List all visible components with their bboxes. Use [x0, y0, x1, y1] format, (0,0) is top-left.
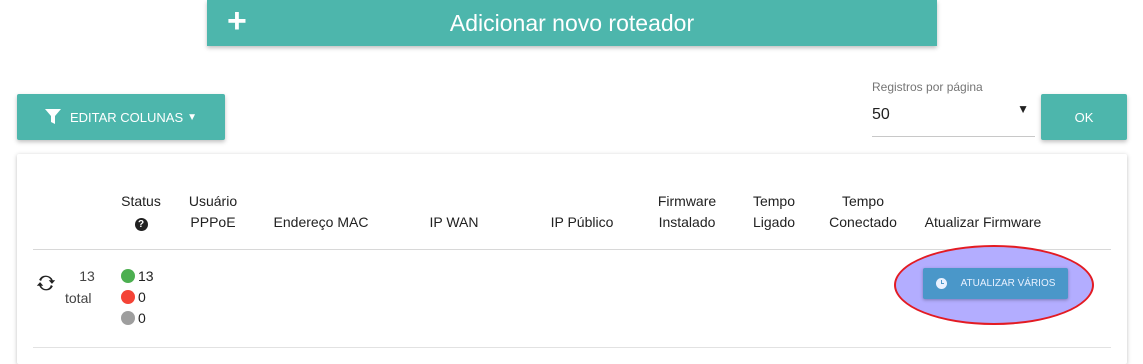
header-usuario-line1: Usuário	[188, 193, 238, 209]
header-ip-publico[interactable]: IP Público	[537, 212, 627, 233]
header-status[interactable]: Status ?	[109, 191, 173, 233]
online-count: 13	[138, 268, 154, 284]
help-icon[interactable]: ?	[134, 218, 148, 231]
header-mac[interactable]: Endereço MAC	[261, 212, 381, 233]
header-status-label: Status	[121, 193, 161, 209]
unknown-dot-icon	[121, 311, 135, 325]
records-per-page-select[interactable]: 50 ▼	[872, 98, 1035, 137]
header-ligado-line2: Ligado	[752, 214, 796, 230]
add-router-button[interactable]: + Adicionar novo roteador	[207, 0, 937, 46]
edit-columns-button[interactable]: EDITAR COLUNAS ▼	[17, 94, 225, 140]
status-online: 13	[121, 268, 154, 284]
records-per-page-label: Registros por página	[872, 80, 983, 94]
offline-count: 0	[138, 289, 146, 305]
update-many-button[interactable]: ATUALIZAR VÁRIOS	[923, 268, 1068, 299]
header-firmware-line1: Firmware	[657, 193, 717, 209]
header-conectado-line1: Tempo	[841, 193, 885, 209]
refresh-icon[interactable]	[35, 272, 57, 294]
ok-label: OK	[1074, 109, 1094, 125]
header-ligado-line1: Tempo	[752, 193, 796, 209]
unknown-count: 0	[138, 310, 146, 326]
header-usuario[interactable]: Usuário PPPoE	[177, 191, 249, 233]
online-dot-icon	[121, 269, 135, 283]
header-usuario-line2: PPPoE	[190, 214, 236, 230]
status-offline: 0	[121, 289, 146, 305]
header-firmware-line2: Instalado	[658, 214, 716, 230]
header-conectado-line2: Conectado	[829, 214, 897, 230]
dropdown-arrow-icon: ▼	[1017, 102, 1029, 116]
edit-columns-label: EDITAR COLUNAS	[69, 109, 184, 125]
header-atualizar-firmware[interactable]: Atualizar Firmware	[913, 212, 1053, 233]
header-tempo-ligado[interactable]: Tempo Ligado	[739, 191, 809, 233]
filter-icon	[44, 109, 61, 124]
status-unknown: 0	[121, 310, 146, 326]
caret-down-icon: ▼	[187, 111, 198, 123]
routers-table-card: Status ? Usuário PPPoE Endereço MAC IP W…	[17, 154, 1127, 364]
header-tempo-conectado[interactable]: Tempo Conectado	[821, 191, 905, 233]
clock-icon	[935, 278, 947, 289]
records-per-page-value: 50	[872, 106, 890, 123]
ok-button[interactable]: OK	[1041, 94, 1127, 140]
add-router-label: Adicionar novo roteador	[449, 9, 695, 36]
row-divider	[33, 347, 1111, 348]
header-firmware[interactable]: Firmware Instalado	[647, 191, 727, 233]
offline-dot-icon	[121, 290, 135, 304]
update-many-label: ATUALIZAR VÁRIOS	[960, 278, 1056, 289]
total-label: total	[65, 290, 92, 306]
total-count: 13	[79, 268, 95, 284]
header-ip-wan[interactable]: IP WAN	[409, 212, 499, 233]
plus-icon: +	[227, 2, 247, 40]
